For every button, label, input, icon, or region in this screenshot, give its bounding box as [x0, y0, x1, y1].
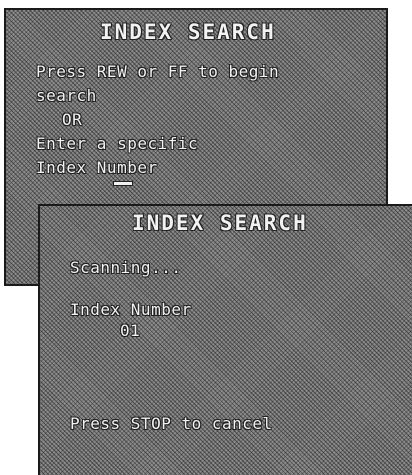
index-number-value: 01: [120, 321, 141, 340]
input-cursor: [114, 182, 132, 185]
instruction-line-1: Press REW or FF to begin: [36, 62, 280, 81]
instruction-line-2: search: [36, 86, 97, 105]
scanning-status: Scanning...: [70, 258, 182, 277]
screen-title: INDEX SEARCH: [132, 211, 308, 235]
or-separator: OR: [62, 110, 83, 129]
cancel-hint: Press STOP to cancel: [70, 414, 273, 433]
index-search-scanning-screen: INDEX SEARCH Scanning... Index Number 01…: [38, 204, 412, 475]
index-number-label: Index Number: [36, 158, 158, 177]
screen-title: INDEX SEARCH: [100, 20, 276, 44]
index-number-label: Index Number: [70, 300, 192, 319]
instruction-line-3: Enter a specific: [36, 134, 199, 153]
